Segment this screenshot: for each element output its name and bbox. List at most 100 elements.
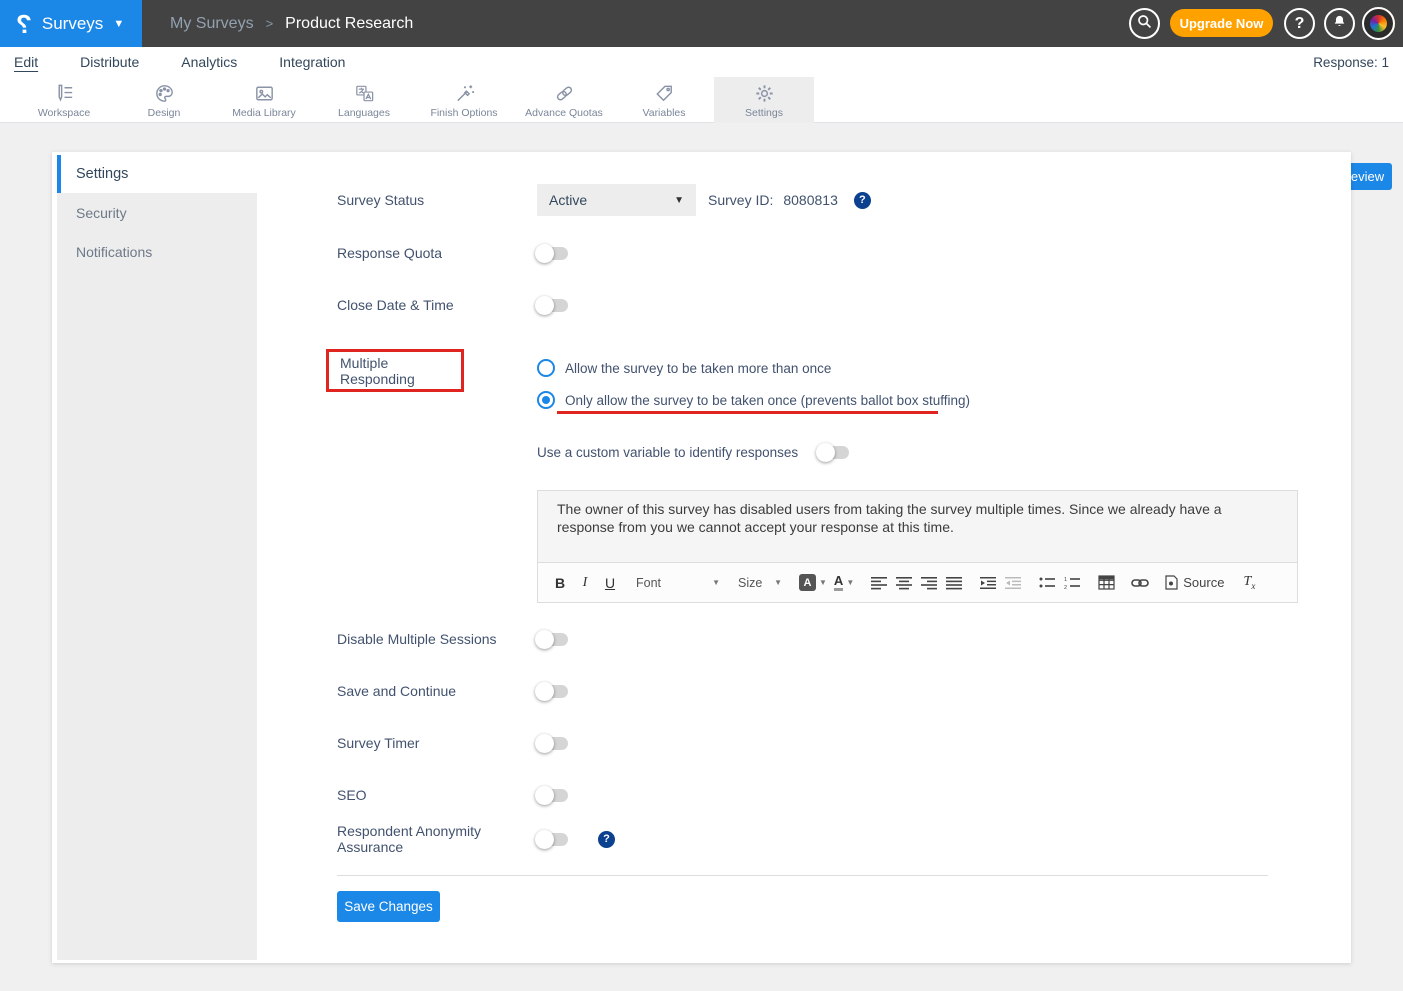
sidebar-item-security[interactable]: Security	[57, 193, 257, 232]
product-switcher[interactable]: ? Surveys ▼	[0, 0, 142, 47]
save-changes-button[interactable]: Save Changes	[337, 891, 440, 922]
user-avatar[interactable]	[1362, 7, 1395, 40]
response-quota-toggle[interactable]	[537, 247, 568, 260]
toolbar-item-workspace[interactable]: Workspace	[14, 77, 114, 123]
bold-button[interactable]: B	[548, 570, 572, 596]
toggle-knob	[535, 296, 554, 315]
toolbar-item-media-library[interactable]: Media Library	[214, 77, 314, 123]
radio-unselected-icon[interactable]	[537, 359, 555, 377]
numbered-list-button[interactable]: 12	[1060, 570, 1084, 596]
custom-variable-toggle[interactable]	[818, 446, 849, 459]
disable-multiple-sessions-toggle[interactable]	[537, 633, 568, 646]
settings-sidebar: Security Notifications	[57, 193, 257, 960]
upgrade-now-button[interactable]: Upgrade Now	[1170, 9, 1273, 37]
remove-format-button[interactable]: Tx	[1237, 570, 1261, 596]
table-button[interactable]	[1094, 570, 1118, 596]
edit-toolbar: Workspace Design Media Library Languages…	[0, 77, 1403, 123]
table-icon	[1098, 575, 1115, 590]
toggle-knob	[535, 830, 554, 849]
gear-icon	[753, 82, 776, 105]
toolbar-item-finish-options[interactable]: Finish Options	[414, 77, 514, 123]
toggle-knob	[535, 786, 554, 805]
respondent-anonymity-label: Respondent Anonymity Assurance	[337, 823, 537, 855]
toggle-knob	[816, 443, 835, 462]
close-date-toggle[interactable]	[537, 299, 568, 312]
chain-link-icon	[553, 82, 576, 105]
product-label: Surveys	[42, 14, 103, 34]
background-color-button[interactable]: A▼	[796, 570, 830, 596]
bulleted-list-button[interactable]	[1035, 570, 1059, 596]
respondent-anonymity-help-icon[interactable]: ?	[598, 831, 615, 848]
survey-timer-toggle[interactable]	[537, 737, 568, 750]
save-and-continue-toggle[interactable]	[537, 685, 568, 698]
help-button[interactable]: ?	[1284, 8, 1315, 39]
multiple-responding-annotation-box: Multiple Responding	[326, 349, 464, 392]
text-color-icon: A	[834, 574, 843, 591]
disable-multiple-sessions-label: Disable Multiple Sessions	[337, 631, 537, 647]
red-underline-annotation	[557, 411, 938, 414]
toggle-knob	[535, 734, 554, 753]
seo-row: SEO	[337, 783, 568, 807]
align-right-button[interactable]	[917, 570, 941, 596]
magic-wand-icon	[453, 82, 476, 105]
align-left-icon	[871, 576, 887, 590]
tab-integration[interactable]: Integration	[279, 54, 345, 70]
outdent-button[interactable]	[1001, 570, 1025, 596]
survey-id-label: Survey ID:	[708, 192, 773, 208]
survey-id-help-icon[interactable]: ?	[854, 192, 871, 209]
tab-edit[interactable]: Edit	[14, 54, 38, 70]
toolbar-item-advance-quotas[interactable]: Advance Quotas	[514, 77, 614, 123]
align-center-button[interactable]	[892, 570, 916, 596]
top-header: ? Surveys ▼ My Surveys > Product Researc…	[0, 0, 1403, 47]
chevron-down-icon: ▼	[819, 578, 827, 587]
link-button[interactable]	[1128, 570, 1152, 596]
workspace-icon	[53, 82, 76, 105]
toolbar-item-settings[interactable]: Settings	[714, 77, 814, 123]
toolbar-item-languages[interactable]: Languages	[314, 77, 414, 123]
align-left-button[interactable]	[867, 570, 891, 596]
source-button[interactable]: Source	[1162, 570, 1227, 596]
save-and-continue-label: Save and Continue	[337, 683, 537, 699]
toggle-knob	[535, 682, 554, 701]
toolbar-item-design[interactable]: Design	[114, 77, 214, 123]
search-button[interactable]	[1129, 8, 1160, 39]
questionpro-logo-icon: ?	[16, 11, 32, 37]
survey-status-select[interactable]: Active ▼	[537, 184, 696, 216]
notifications-button[interactable]	[1324, 8, 1355, 39]
rich-text-editor: The owner of this survey has disabled us…	[537, 490, 1298, 603]
section-divider	[337, 875, 1268, 876]
text-color-button[interactable]: A▼	[831, 570, 857, 596]
toolbar-item-variables[interactable]: Variables	[614, 77, 714, 123]
underline-button[interactable]: U	[598, 570, 622, 596]
tab-distribute[interactable]: Distribute	[80, 54, 139, 70]
outdent-icon	[1005, 576, 1021, 590]
editor-toolbar: B I U Font▼ Size▼ A▼ A▼	[537, 563, 1298, 603]
multiple-responding-option-2[interactable]: Only allow the survey to be taken once (…	[537, 389, 970, 411]
breadcrumb-my-surveys[interactable]: My Surveys	[170, 15, 254, 33]
bg-color-icon: A	[799, 574, 816, 591]
breadcrumb-current: Product Research	[285, 15, 413, 33]
breadcrumb: My Surveys > Product Research	[170, 0, 413, 47]
search-icon	[1136, 13, 1153, 35]
numbered-list-icon: 12	[1064, 576, 1080, 590]
seo-toggle[interactable]	[537, 789, 568, 802]
italic-button[interactable]: I	[573, 570, 597, 596]
sidebar-item-settings[interactable]: Settings	[57, 155, 257, 193]
font-select[interactable]: Font▼	[632, 570, 724, 596]
svg-text:2: 2	[1064, 585, 1067, 590]
editor-message-area[interactable]: The owner of this survey has disabled us…	[537, 490, 1298, 563]
tab-analytics[interactable]: Analytics	[181, 54, 237, 70]
justify-button[interactable]	[942, 570, 966, 596]
custom-variable-label: Use a custom variable to identify respon…	[537, 445, 798, 460]
respondent-anonymity-toggle[interactable]	[537, 833, 568, 846]
indent-button[interactable]	[976, 570, 1000, 596]
close-date-row: Close Date & Time	[337, 293, 568, 317]
image-icon	[253, 82, 276, 105]
sidebar-item-notifications[interactable]: Notifications	[57, 232, 257, 271]
size-select[interactable]: Size▼	[734, 570, 786, 596]
response-count[interactable]: Response: 1	[1313, 47, 1389, 77]
survey-status-row: Survey Status Active ▼ Survey ID: 808081…	[337, 184, 1301, 216]
multiple-responding-option-1[interactable]: Allow the survey to be taken more than o…	[537, 357, 831, 379]
radio-selected-icon[interactable]	[537, 391, 555, 409]
palette-icon	[153, 82, 176, 105]
